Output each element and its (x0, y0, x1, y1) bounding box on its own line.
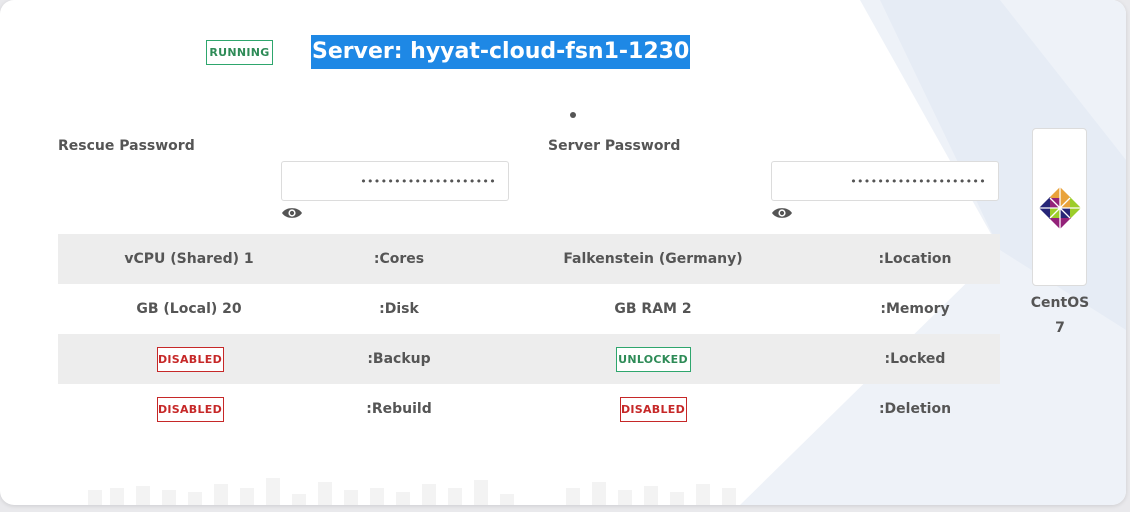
location-label: :Location (878, 251, 952, 267)
table-row: vCPU (Shared) 1 :Cores Falkenstein (Germ… (58, 234, 1000, 284)
rescue-password-label: Rescue Password (58, 138, 195, 154)
table-row: DISABLED :Backup UNLOCKED :Locked (58, 334, 1000, 384)
rescue-password-field[interactable]: •••••••••••••••••••• (281, 161, 509, 201)
os-image-card (1032, 128, 1087, 286)
server-password-field[interactable]: •••••••••••••••••••• (771, 161, 999, 201)
centos-logo-icon (1039, 187, 1081, 229)
deletion-label: :Deletion (878, 401, 952, 417)
separator-dot (570, 112, 576, 118)
cores-label: :Cores (373, 251, 425, 267)
eye-icon[interactable] (281, 206, 303, 220)
server-specs-table: vCPU (Shared) 1 :Cores Falkenstein (Germ… (58, 234, 1000, 434)
backup-status-badge: DISABLED (156, 346, 224, 372)
locked-label: :Locked (884, 351, 946, 367)
table-row: GB (Local) 20 :Disk GB RAM 2 :Memory (58, 284, 1000, 334)
location-value: Falkenstein (Germany) (563, 251, 743, 267)
memory-value: GB RAM 2 (614, 301, 692, 317)
disk-label: :Disk (379, 301, 419, 317)
memory-label: :Memory (880, 301, 950, 317)
locked-status-badge: UNLOCKED (615, 346, 691, 372)
os-version: 7 (1055, 320, 1065, 336)
server-card: RUNNING Server: hyyat-cloud-fsn1-1230 Re… (0, 0, 1126, 505)
os-name: CentOS (1030, 295, 1090, 311)
backup-label: :Backup (367, 351, 431, 367)
server-title: Server: hyyat-cloud-fsn1-1230 (311, 35, 691, 69)
server-password-label: Server Password (548, 138, 681, 154)
rebuild-status-badge: DISABLED (156, 396, 224, 422)
status-badge: RUNNING (206, 40, 273, 65)
eye-icon[interactable] (771, 206, 793, 220)
deletion-status-badge: DISABLED (619, 396, 687, 422)
rebuild-label: :Rebuild (366, 401, 432, 417)
os-name-label: CentOS 7 (1020, 291, 1100, 341)
disk-value: GB (Local) 20 (136, 301, 242, 317)
cores-value: vCPU (Shared) 1 (124, 251, 254, 267)
table-row: DISABLED :Rebuild DISABLED :Deletion (58, 384, 1000, 434)
